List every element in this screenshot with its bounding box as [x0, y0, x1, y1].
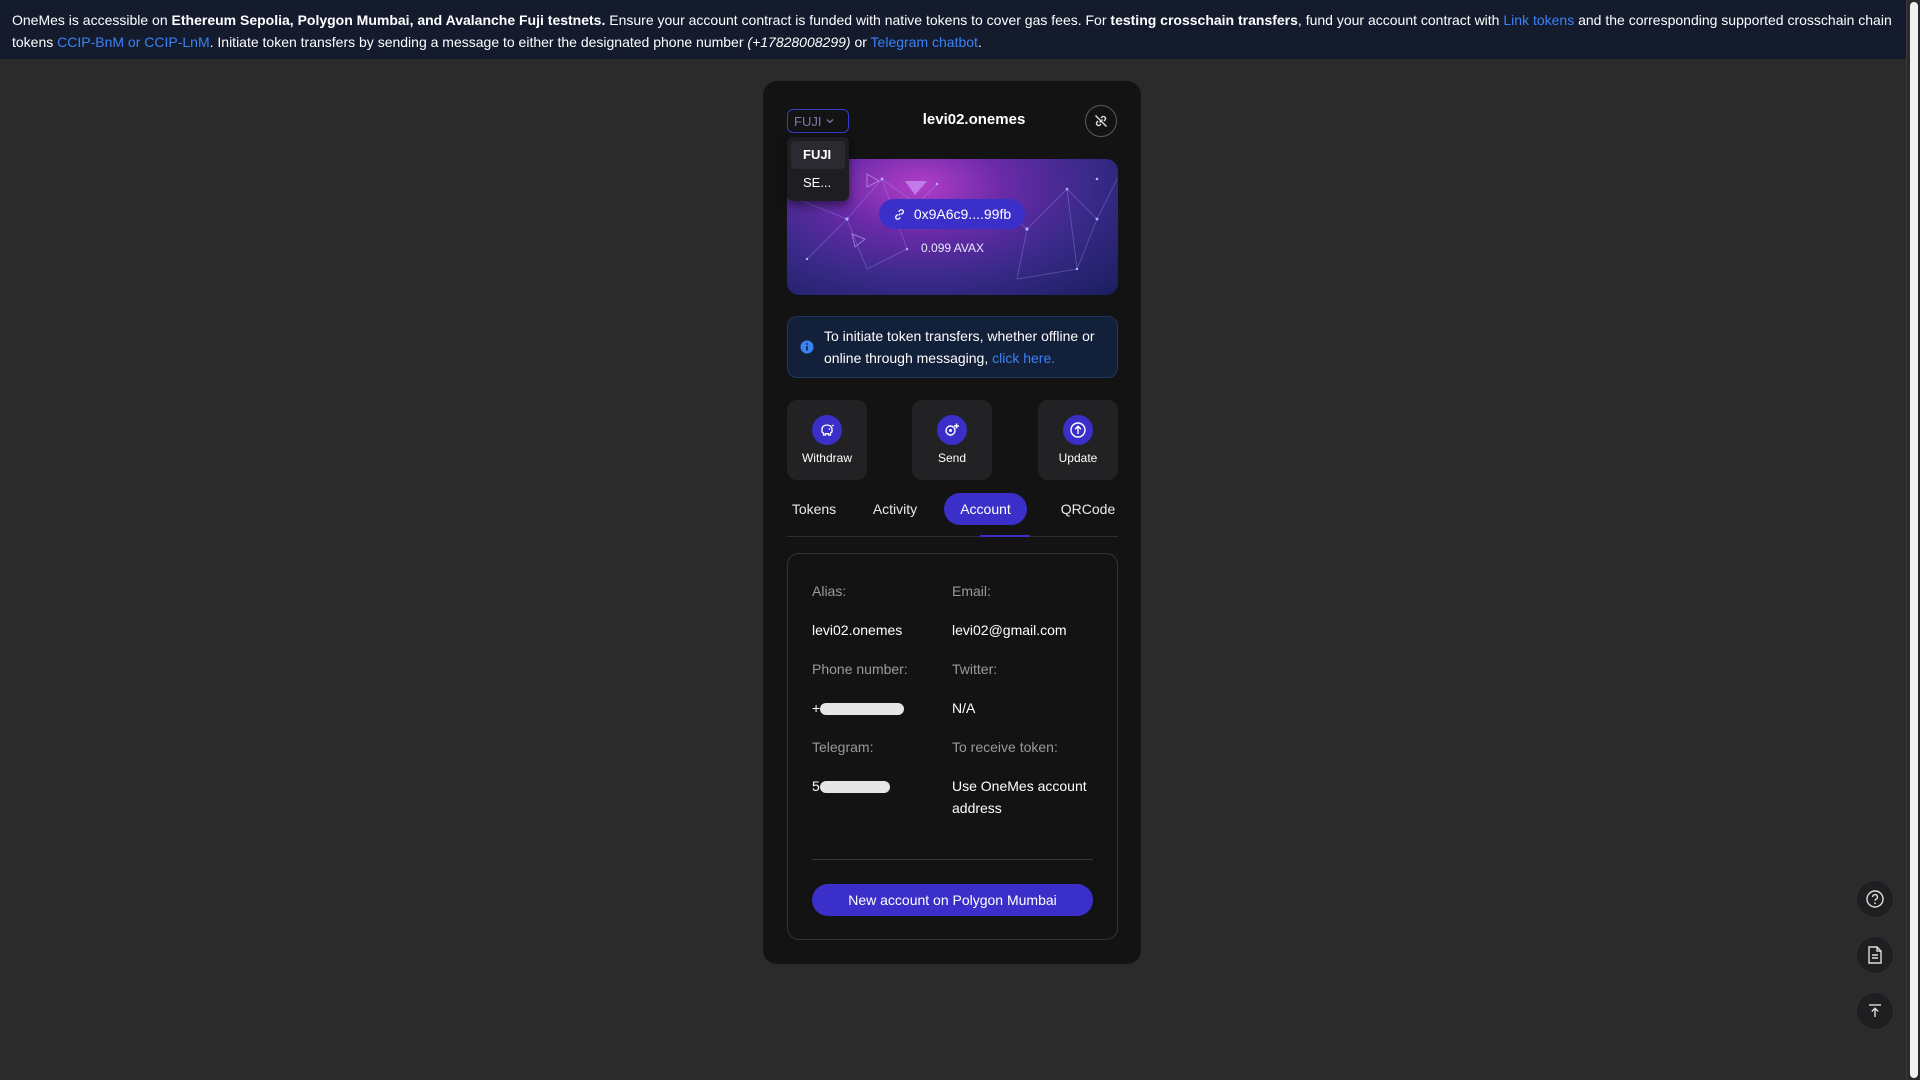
- wallet-address-pill[interactable]: 0x9A6c9....99fb: [879, 199, 1025, 229]
- phone-label: Phone number:: [812, 661, 908, 677]
- scroll-top-icon: [1869, 1004, 1881, 1017]
- send-label: Send: [937, 451, 967, 465]
- phone-prefix: +: [812, 700, 821, 716]
- update-button[interactable]: Update: [1038, 400, 1118, 480]
- telegram-prefix: 5: [812, 778, 820, 794]
- piggy-bank-icon: [821, 424, 834, 436]
- telegram-redacted: [819, 781, 890, 794]
- receive-token-value: Use OneMes account address: [952, 778, 1087, 816]
- banner-text: . Initiate token transfers by sending a …: [209, 34, 748, 50]
- wallet-balance: 0.099 AVAX: [921, 241, 984, 255]
- network-dropdown: FUJI SE...: [787, 137, 849, 201]
- info-icon: [800, 340, 814, 354]
- help-button[interactable]: [1856, 880, 1894, 918]
- scrollbar-thumb[interactable]: [1910, 2, 1918, 1078]
- ccip-tokens-link[interactable]: CCIP-BnM or CCIP-LnM: [57, 34, 209, 50]
- link-tokens-link[interactable]: Link tokens: [1503, 12, 1574, 28]
- info-notice: To initiate token transfers, whether off…: [787, 316, 1118, 378]
- send-icon-circle: [937, 415, 967, 445]
- tab-account[interactable]: Account: [944, 493, 1027, 525]
- banner-networks: Ethereum Sepolia, Polygon Mumbai, and Av…: [171, 12, 606, 28]
- document-icon: [1868, 946, 1882, 964]
- telegram-chatbot-link[interactable]: Telegram chatbot: [871, 34, 978, 50]
- banner-phone: (+17828008299): [747, 34, 851, 50]
- docs-button[interactable]: [1856, 936, 1894, 974]
- wallet-card: FUJI levi02.onemes 0x9A6c9....99fb 0.099…: [763, 81, 1141, 964]
- info-click-here-link[interactable]: click here.: [992, 350, 1055, 366]
- twitter-label: Twitter:: [952, 661, 998, 677]
- send-button[interactable]: Send: [912, 400, 992, 480]
- banner-text: OneMes is accessible on: [12, 12, 172, 28]
- active-tab-indicator: [980, 535, 1030, 537]
- disconnect-button[interactable]: [1085, 105, 1117, 137]
- network-option-fuji[interactable]: FUJI: [791, 141, 845, 169]
- telegram-label: Telegram:: [812, 739, 874, 755]
- announcement-banner: OneMes is accessible on Ethereum Sepolia…: [0, 0, 1906, 59]
- tab-qrcode[interactable]: QRCode: [1057, 493, 1119, 525]
- banner-text: or: [850, 34, 871, 50]
- disconnect-icon: [1095, 115, 1107, 127]
- telegram-value: 5: [812, 775, 890, 797]
- scroll-top-button[interactable]: [1856, 992, 1894, 1030]
- banner-text: .: [977, 34, 982, 50]
- banner-crosschain: testing crosschain transfers: [1110, 12, 1298, 28]
- email-label: Email:: [952, 583, 991, 599]
- alias-label: Alias:: [812, 583, 847, 599]
- panel-divider: [812, 859, 1093, 860]
- update-label: Update: [1058, 451, 1098, 465]
- banner-text: , fund your account contract with: [1297, 12, 1504, 28]
- receive-token-label: To receive token:: [952, 739, 1058, 755]
- twitter-value: N/A: [952, 700, 976, 716]
- tab-tokens[interactable]: Tokens: [787, 493, 841, 525]
- action-buttons: Withdraw Send Update: [787, 400, 1118, 480]
- help-icon: [1866, 890, 1884, 908]
- alias-value: levi02.onemes: [812, 622, 903, 638]
- withdraw-button[interactable]: Withdraw: [787, 400, 867, 480]
- phone-value: +: [812, 697, 905, 719]
- phone-redacted: [820, 703, 905, 716]
- email-value: levi02@gmail.com: [952, 622, 1067, 638]
- send-icon: [945, 423, 959, 436]
- update-icon-circle: [1063, 415, 1093, 445]
- account-details-panel: Alias: Email: levi02.onemes levi02@gmail…: [787, 553, 1118, 940]
- page-scrollbar[interactable]: [1906, 0, 1920, 1080]
- wallet-tabs: Tokens Activity Account QRCode: [787, 493, 1118, 537]
- withdraw-icon-circle: [812, 415, 842, 445]
- wallet-address: 0x9A6c9....99fb: [913, 206, 1012, 222]
- tab-activity[interactable]: Activity: [863, 493, 927, 525]
- banner-text: Ensure your account contract is funded w…: [605, 12, 1111, 28]
- network-option-sepolia[interactable]: SE...: [791, 169, 845, 197]
- new-account-button[interactable]: New account on Polygon Mumbai: [812, 884, 1093, 916]
- info-notice-text: To initiate token transfers, whether off…: [824, 325, 1109, 369]
- withdraw-label: Withdraw: [801, 451, 852, 465]
- link-icon: [894, 208, 904, 220]
- upload-icon: [1070, 422, 1086, 438]
